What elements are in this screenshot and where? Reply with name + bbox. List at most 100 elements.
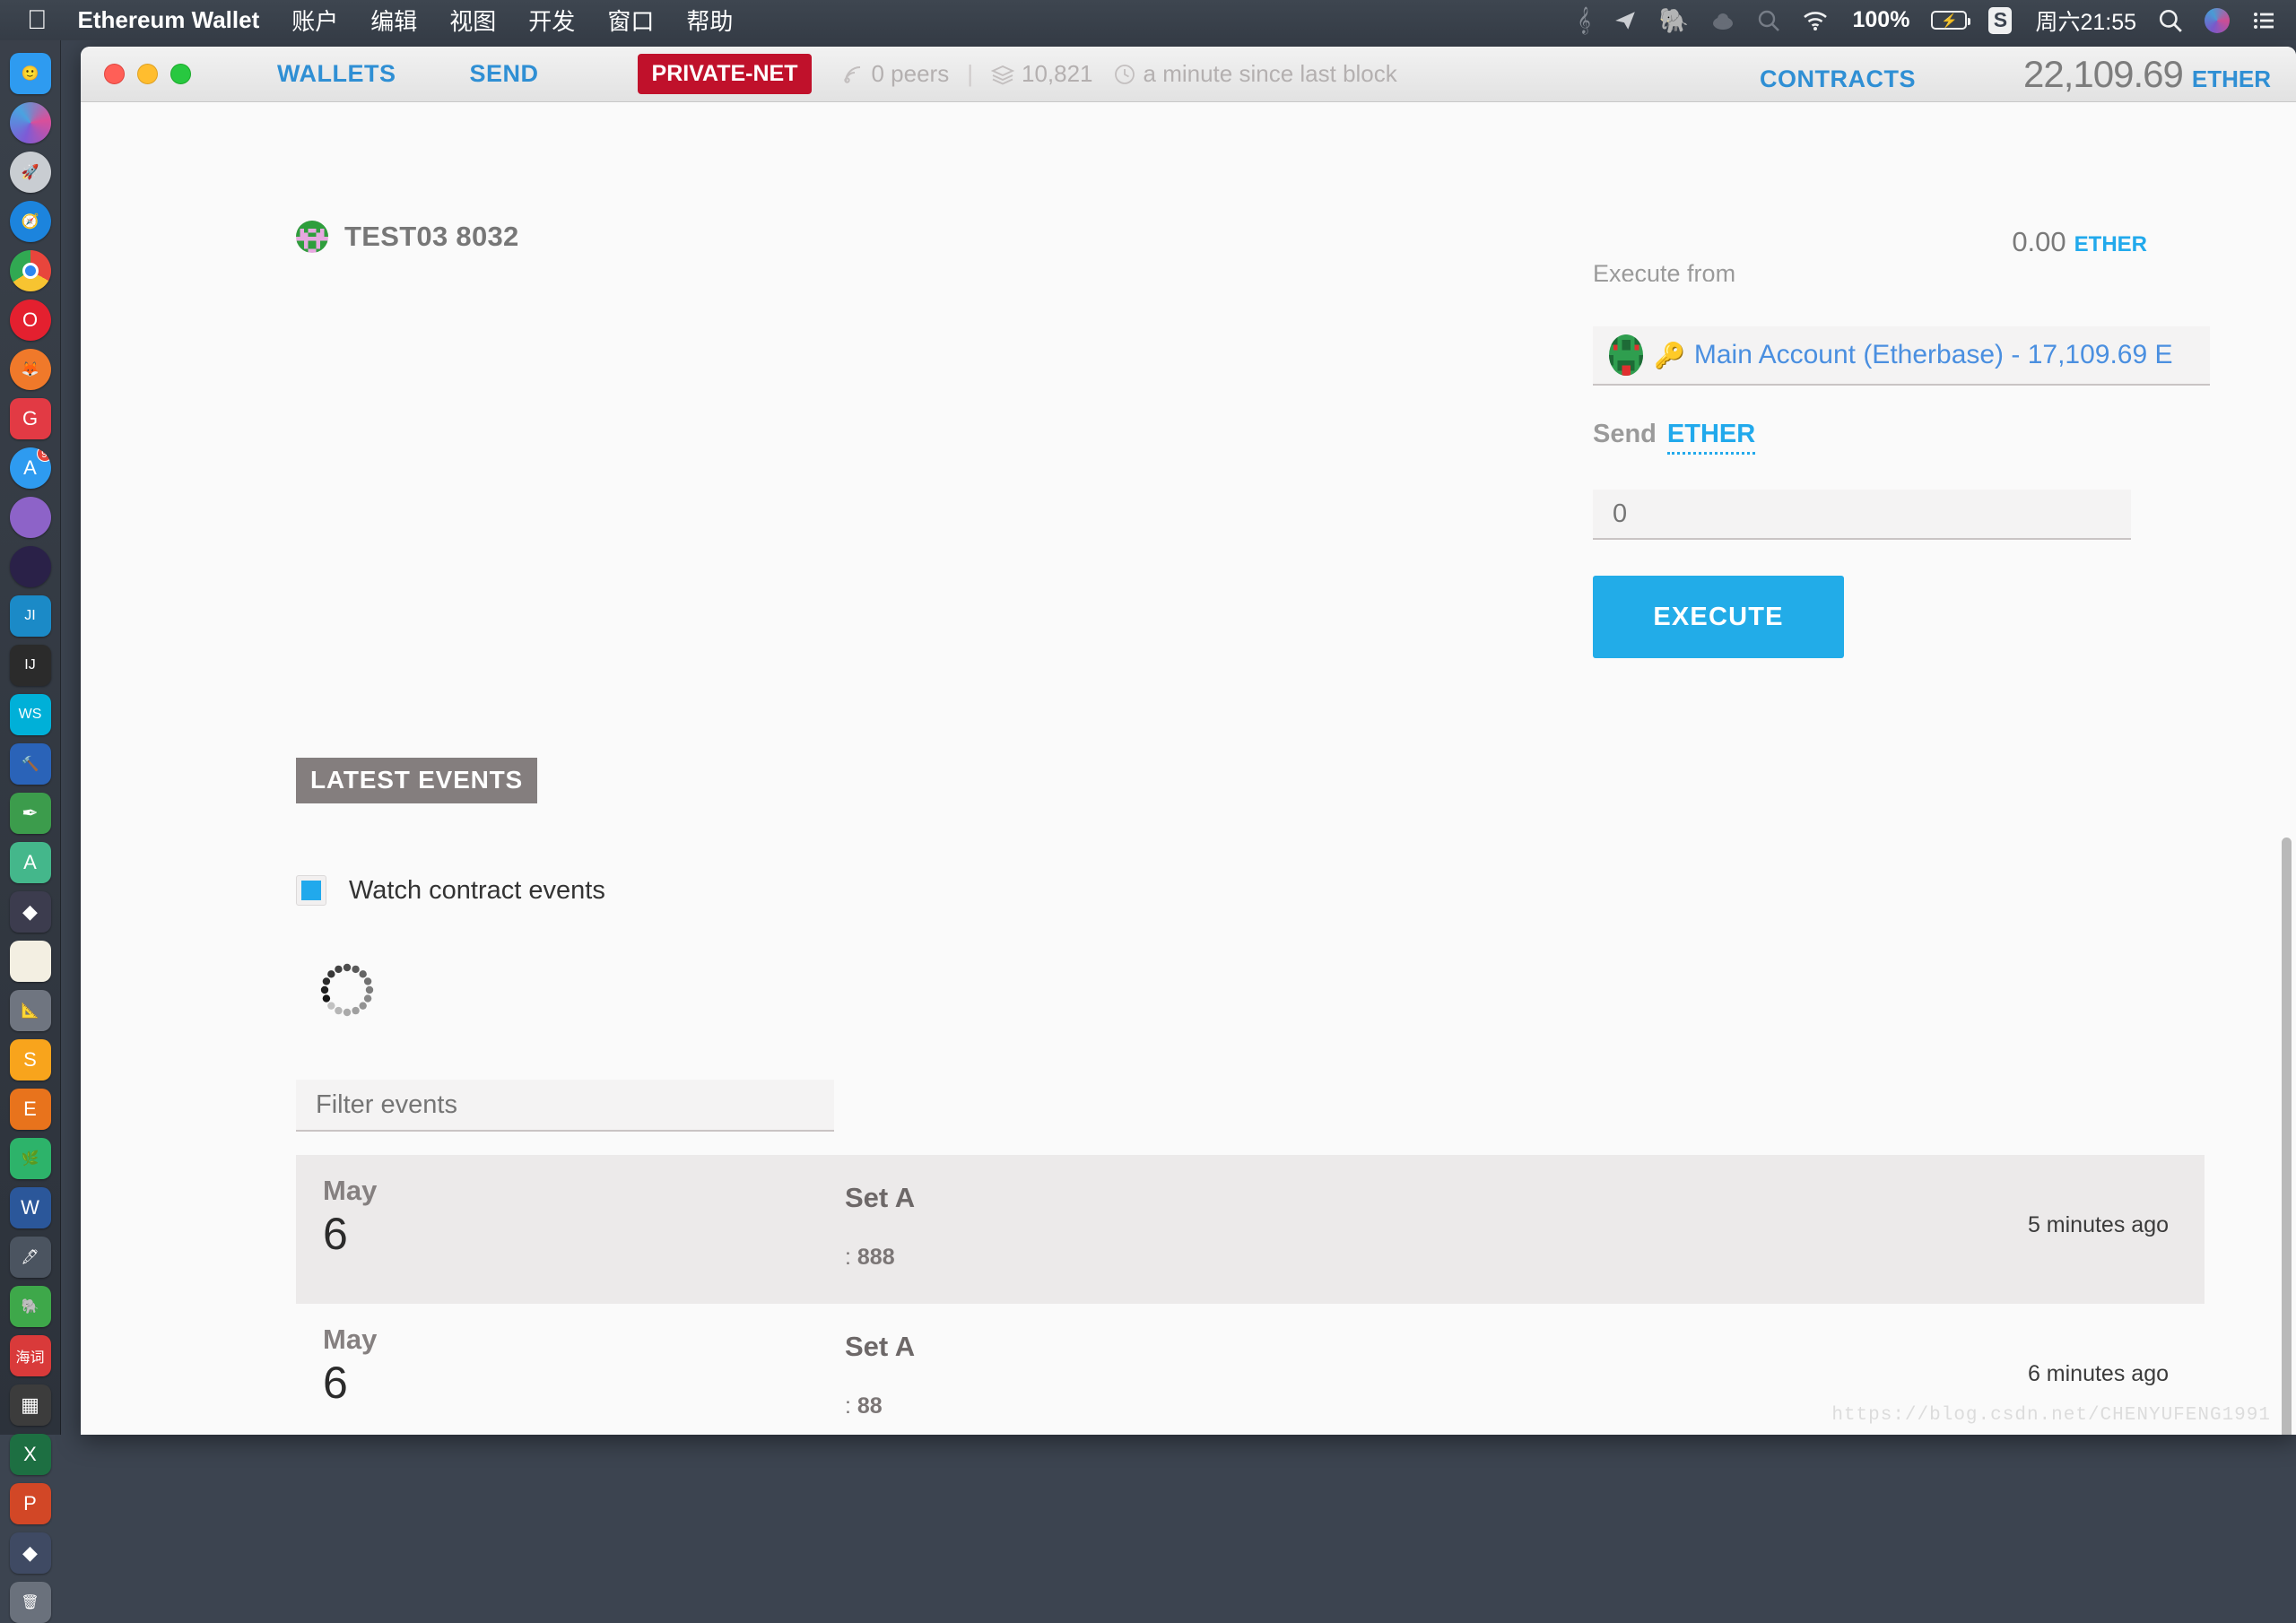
ethereum-wallet-window: WALLETS SEND PRIVATE-NET 0 peers | 10,82… (81, 47, 2296, 1435)
dock-item-safari[interactable]: 🧭 (9, 201, 51, 242)
menu-item-accounts[interactable]: 账户 (291, 4, 338, 37)
peers-status: 0 peers (842, 60, 949, 88)
filter-events-input[interactable] (296, 1080, 834, 1132)
last-block-text: a minute since last block (1143, 60, 1397, 87)
battery-percent: 100% (1852, 7, 1910, 32)
dock-item-quiver[interactable]: 🖋 (9, 1237, 51, 1278)
apple-icon[interactable]:  (27, 6, 48, 34)
telegram-icon[interactable] (1613, 9, 1638, 32)
toolbar-right: CONTRACTS 22,109.69 ETHER (1760, 53, 2271, 96)
dock-item-sourcetree[interactable]: 🌿 (9, 1138, 51, 1179)
dock-item-iterm[interactable] (9, 546, 51, 587)
watermark-text: https://blog.csdn.net/CHENYUFENG1991 (1831, 1405, 2271, 1426)
contract-balance-value: 0.00 (2012, 226, 2066, 257)
chrome-inner-circle (22, 263, 39, 279)
event-arg-prefix: : (845, 1393, 857, 1419)
dock-item-powerpoint[interactable]: P (9, 1483, 51, 1524)
signal-icon (844, 65, 861, 83)
menu-bar-status-area: 𝄞 🐘 100% ⚡ S 周六21:55 (1555, 4, 2296, 37)
sogou-input-icon[interactable]: S (1988, 6, 2013, 34)
dock-item-trash[interactable]: 🗑 (9, 1582, 51, 1623)
last-block-status: a minute since last block (1113, 60, 1397, 88)
dock-item-app-store[interactable]: A9 (9, 447, 51, 489)
evernote-icon[interactable]: 🐘 (1659, 6, 1690, 35)
dock-item-youdao-dict[interactable]: 海词 (9, 1335, 51, 1376)
nav-send[interactable]: SEND (470, 60, 539, 88)
dock-item-webstorm[interactable]: WS (9, 694, 51, 735)
dock-item-terminal-hyper[interactable] (9, 497, 51, 538)
execute-from-account-select[interactable]: 🔑 Main Account (Etherbase) - 17,109.69 E (1593, 326, 2210, 386)
contract-page: TEST03 8032 0.00 ETHER Execute from 🔑 Ma… (81, 102, 2296, 1435)
dock-item-siri[interactable] (9, 102, 51, 143)
dock-item-ethereum-wallet[interactable]: ◆ (9, 1532, 51, 1574)
dock-item-firefox[interactable]: 🦊 (9, 349, 51, 390)
dock-item-sketch[interactable]: S (9, 1039, 51, 1081)
send-label: Send (1593, 420, 1657, 448)
menu-item-help[interactable]: 帮助 (686, 4, 733, 37)
vertical-scrollbar[interactable] (2282, 838, 2292, 1435)
key-icon: 🔑 (1654, 341, 1685, 369)
dock-item-intellij-idea[interactable]: IJ (9, 645, 51, 686)
dock-item-opera[interactable]: O (9, 299, 51, 341)
menu-item-window[interactable]: 窗口 (607, 4, 654, 37)
wifi-icon[interactable] (1802, 11, 1829, 30)
dock-item-excel[interactable]: X (9, 1434, 51, 1475)
cloud-icon[interactable] (1710, 11, 1735, 30)
send-amount-input[interactable] (1593, 490, 2131, 540)
dock-item-finder[interactable]: 🙂 (9, 53, 51, 94)
watch-contract-events-row[interactable]: Watch contract events (296, 875, 605, 906)
dock-item-word[interactable]: W (9, 1187, 51, 1228)
send-currency-selector[interactable]: ETHER (1666, 420, 1756, 455)
dock-item-evernote[interactable]: 🐘 (9, 1286, 51, 1327)
close-button[interactable] (104, 64, 125, 84)
dock-item-ethereum-mist[interactable]: ◆ (9, 891, 51, 933)
battery-charging-icon[interactable]: ⚡ (1931, 11, 1971, 30)
dock-item-numbers[interactable]: ▦ (9, 1384, 51, 1426)
siri-icon[interactable] (2205, 7, 2230, 33)
alfred-icon[interactable] (1757, 9, 1780, 32)
spotlight-search-icon[interactable] (2158, 8, 2183, 33)
dock-item-launchpad[interactable]: 🚀 (9, 152, 51, 193)
app-toolbar: WALLETS SEND PRIVATE-NET 0 peers | 10,82… (81, 47, 2296, 102)
zoom-button[interactable] (170, 64, 191, 84)
dock-item-ruler-tool[interactable]: 📐 (9, 990, 51, 1031)
dock-item-notes[interactable] (9, 941, 51, 982)
dock-item-image-editor[interactable]: E (9, 1089, 51, 1130)
event-arg-prefix: : (845, 1245, 857, 1270)
nav-wallets[interactable]: WALLETS (277, 60, 396, 88)
menu-item-edit[interactable]: 编辑 (370, 4, 417, 37)
menu-bar-clock[interactable]: 周六21:55 (2035, 4, 2136, 37)
menu-item-view[interactable]: 视图 (449, 4, 496, 37)
grammarly-icon[interactable]: 𝄞 (1577, 6, 1590, 35)
dock-item-sublime-text[interactable]: ✒ (9, 793, 51, 834)
network-badge[interactable]: PRIVATE-NET (637, 54, 813, 94)
dock-item-chrome[interactable] (9, 250, 51, 291)
total-balance-value: 22,109.69 (2023, 52, 2184, 95)
execute-from-label: Execute from (1593, 260, 1736, 282)
blocks-icon (990, 65, 1014, 84)
dock-item-jetbrains-toolbox[interactable]: JI (9, 595, 51, 637)
minimize-button[interactable] (137, 64, 158, 84)
nav-contracts[interactable]: CONTRACTS (1760, 65, 1916, 93)
latest-events-title: LATEST EVENTS (296, 758, 538, 803)
dock-item-android-studio[interactable]: A (9, 842, 51, 883)
event-arguments: : 88 (845, 1393, 883, 1419)
loading-spinner (316, 959, 378, 1021)
node-status-bar: 0 peers | 10,821 a minute since last blo… (842, 60, 1397, 88)
event-name: Set A (845, 1182, 916, 1213)
dock-item-gitkraken[interactable]: G (9, 398, 51, 439)
contract-balance-unit: ETHER (2074, 232, 2147, 256)
event-date: May 6 (323, 1325, 457, 1414)
menu-item-develop[interactable]: 开发 (528, 4, 575, 37)
watch-events-checkbox[interactable] (296, 875, 326, 906)
contract-name: TEST03 8032 (344, 221, 519, 252)
menu-item-app[interactable]: Ethereum Wallet (78, 6, 260, 34)
event-name: Set A (845, 1331, 916, 1362)
events-list: May 6 Set A: 888 5 minutes ago May 6 Set A: 88… (296, 1155, 2205, 1435)
event-day: 6 (323, 1209, 348, 1259)
execute-button[interactable]: EXECUTE (1593, 576, 1844, 658)
event-row[interactable]: May 6 Set A: 888 5 minutes ago (296, 1155, 2205, 1304)
dock-item-xcode[interactable]: 🔨 (9, 743, 51, 785)
peers-count: 0 peers (871, 60, 950, 87)
notification-center-icon[interactable] (2251, 10, 2276, 31)
